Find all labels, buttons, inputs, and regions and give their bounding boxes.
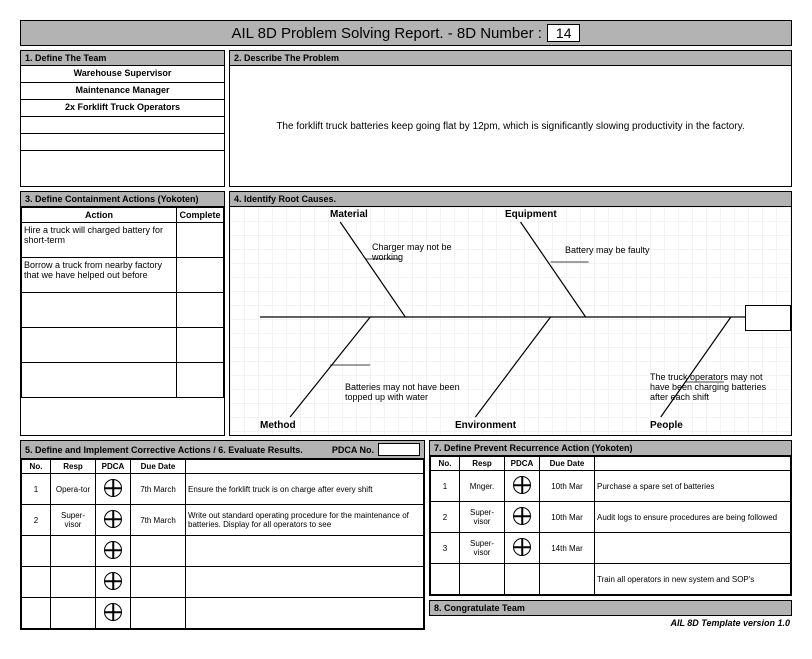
pdca-icon [104,510,122,528]
team-member: Maintenance Manager [21,83,224,100]
fishbone-head [745,305,791,331]
section-8: 8. Congratulate Team [429,600,792,616]
action-row: 3 Super-visor 14th Mar [431,533,791,564]
note-water: Batteries may not have been topped up wi… [345,382,485,402]
action-cell [22,293,177,328]
problem-description: The forklift truck batteries keep going … [230,66,791,186]
section-4: 4. Identify Root Causes. Material Equipm… [229,191,792,436]
pdca-icon [104,572,122,590]
pdca-label: PDCA No. [332,445,374,455]
cat-equipment: Equipment [505,209,557,220]
action-row [22,598,424,629]
containment-table: Action Complete Hire a truck will charge… [21,207,224,398]
complete-cell [177,258,224,293]
note-charger: Charger may not be working [372,242,462,262]
complete-cell [177,328,224,363]
pdca-icon [104,603,122,621]
pdca-icon [104,541,122,559]
cat-material: Material [330,209,368,220]
report-title: AIL 8D Problem Solving Report. - 8D Numb… [232,25,542,42]
complete-cell [177,223,224,258]
action-row: 2 Super-visor 7th March Write out standa… [22,505,424,536]
section-3: 3. Define Containment Actions (Yokoten) … [20,191,225,436]
pdca-icon [513,507,531,525]
complete-cell [177,363,224,398]
col-action: Action [22,208,177,223]
cat-environment: Environment [455,420,516,431]
team-member [21,151,224,167]
team-member: 2x Forklift Truck Operators [21,100,224,117]
cat-method: Method [260,420,296,431]
team-list: Warehouse Supervisor Maintenance Manager… [21,66,224,167]
s7-header: 7. Define Prevent Recurrence Action (Yok… [430,441,791,456]
fishbone-diagram: Material Equipment Method Environment Pe… [230,207,791,435]
s4-header: 4. Identify Root Causes. [230,192,791,207]
prevent-table: No. Resp PDCA Due Date 1 Mnger. 10th Mar… [430,456,791,595]
template-version: AIL 8D Template version 1.0 [429,616,792,630]
action-row [22,536,424,567]
title-bar: AIL 8D Problem Solving Report. - 8D Numb… [20,20,792,46]
action-row: 1 Mnger. 10th Mar Purchase a spare set o… [431,471,791,502]
col-complete: Complete [177,208,224,223]
section-2: 2. Describe The Problem The forklift tru… [229,50,792,187]
s3-header: 3. Define Containment Actions (Yokoten) [21,192,224,207]
s1-header: 1. Define The Team [21,51,224,66]
s2-header: 2. Describe The Problem [230,51,791,66]
team-member [21,117,224,134]
pdca-icon [513,538,531,556]
action-cell [22,328,177,363]
action-row: 1 Opera-tor 7th March Ensure the forklif… [22,474,424,505]
cat-people: People [650,420,683,431]
team-member [21,134,224,151]
action-row [22,567,424,598]
section-7: 7. Define Prevent Recurrence Action (Yok… [429,440,792,596]
report-number: 14 [547,24,581,42]
action-cell: Hire a truck will charged battery for sh… [22,223,177,258]
action-cell: Borrow a truck from nearby factory that … [22,258,177,293]
right-col: 7. Define Prevent Recurrence Action (Yok… [429,440,792,630]
corrective-table: No. Resp PDCA Due Date 1 Opera-tor 7th M… [21,459,424,629]
action-row: 2 Super-visor 10th Mar Audit logs to ens… [431,502,791,533]
s5-header: 5. Define and Implement Corrective Actio… [21,441,424,459]
section-1: 1. Define The Team Warehouse Supervisor … [20,50,225,187]
section-5-6: 5. Define and Implement Corrective Actio… [20,440,425,630]
team-member: Warehouse Supervisor [21,66,224,83]
pdca-icon [513,476,531,494]
pdca-no-box [378,443,420,456]
action-row: Train all operators in new system and SO… [431,564,791,595]
s8-header: 8. Congratulate Team [430,601,791,615]
note-operators: The truck operators may not have been ch… [650,372,780,402]
pdca-icon [104,479,122,497]
note-battery: Battery may be faulty [565,245,675,255]
action-cell [22,363,177,398]
complete-cell [177,293,224,328]
